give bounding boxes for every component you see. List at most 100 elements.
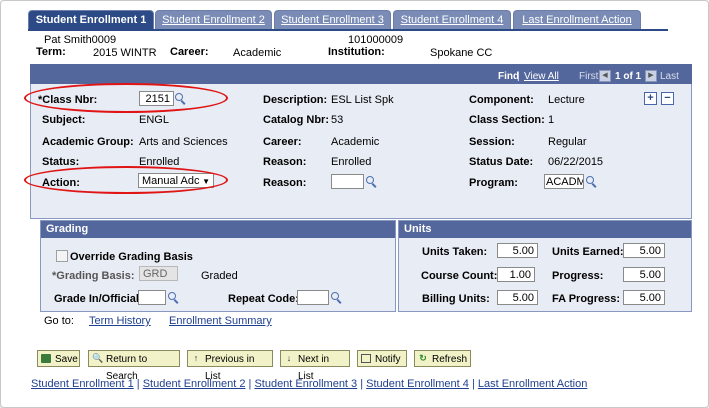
units-earned-value: 5.00 <box>623 243 665 258</box>
tab-student-enrollment-4[interactable]: Student Enrollment 4 <box>393 10 511 29</box>
tab-underline <box>28 29 668 31</box>
term-value: 2015 WINTR <box>93 47 157 59</box>
class-section-label: Class Section: <box>469 114 545 126</box>
course-count-value: 1.00 <box>497 267 535 282</box>
units-taken-value: 5.00 <box>497 243 538 258</box>
program-label: Program: <box>469 177 518 189</box>
grade-official-input[interactable] <box>138 290 166 305</box>
footer-link-student-enrollment-3[interactable]: Student Enrollment 3 <box>254 378 357 390</box>
institution-label: Institution: <box>328 46 385 58</box>
action-dropdown[interactable]: Manual Adc ▼ <box>138 173 214 188</box>
goto-label: Go to: <box>44 315 74 327</box>
reason-input[interactable] <box>331 174 364 189</box>
progress-label: Progress: <box>552 270 604 282</box>
term-history-link[interactable]: Term History <box>89 315 151 327</box>
repeat-code-lookup-icon[interactable] <box>331 292 343 304</box>
save-icon <box>41 354 51 363</box>
tab-student-enrollment-1[interactable]: Student Enrollment 1 <box>28 10 154 29</box>
save-button[interactable]: Save <box>37 350 80 367</box>
tab-student-enrollment-3[interactable]: Student Enrollment 3 <box>274 10 391 29</box>
previous-in-list-button[interactable]: ↑ Previous in List <box>187 350 273 382</box>
status-label: Status: <box>42 156 80 168</box>
grading-basis-label: *Grading Basis: <box>52 270 135 282</box>
reason2-label: Reason: <box>263 177 307 189</box>
tab-last-enrollment-action[interactable]: Last Enrollment Action <box>513 10 641 29</box>
component-label: Component: <box>469 94 534 106</box>
notify-icon <box>361 354 371 363</box>
session-value: Regular <box>548 136 587 148</box>
refresh-button[interactable]: ↻ Refresh <box>414 350 471 367</box>
repeat-code-input[interactable] <box>297 290 329 305</box>
footer-separator: | <box>133 378 143 390</box>
previous-row-icon[interactable]: ◀ <box>599 70 611 82</box>
next-row-icon[interactable]: ▶ <box>645 70 657 82</box>
tab-label: Student Enrollment 1 <box>35 14 147 26</box>
status-date-value: 06/22/2015 <box>548 156 604 168</box>
tab-label: Student Enrollment 4 <box>400 14 504 26</box>
institution-value: Spokane CC <box>430 47 493 59</box>
class-nbr-input[interactable]: 2151 <box>139 91 174 106</box>
override-grading-checkbox[interactable] <box>56 250 68 262</box>
catalog-nbr-value: 53 <box>331 114 344 126</box>
footer-link-last-enrollment-action[interactable]: Last Enrollment Action <box>478 378 587 390</box>
student-id: 101000009 <box>348 34 404 46</box>
grade-lookup-icon[interactable] <box>168 292 180 304</box>
grade-official-label: Grade In/Official: <box>54 293 143 305</box>
footer-links: Student Enrollment 1 | Student Enrollmen… <box>31 378 587 390</box>
career-value: Academic <box>233 47 282 59</box>
footer-link-student-enrollment-2[interactable]: Student Enrollment 2 <box>143 378 246 390</box>
career-label: Career: <box>170 46 209 58</box>
add-row-icon[interactable]: + <box>644 92 657 105</box>
subject-label: Subject: <box>42 114 86 126</box>
refresh-icon: ↻ <box>419 353 427 363</box>
override-grading-label: Override Grading Basis <box>70 251 193 263</box>
program-lookup-icon[interactable] <box>586 176 598 188</box>
status-value: Enrolled <box>139 156 180 168</box>
reason-label: Reason: <box>263 156 307 168</box>
class-section-value: 1 <box>548 114 555 126</box>
return-to-search-button[interactable]: 🔍 Return to Search <box>88 350 180 382</box>
footer-link-student-enrollment-1[interactable]: Student Enrollment 1 <box>31 378 134 390</box>
tab-label: Last Enrollment Action <box>522 14 632 26</box>
class-career-value: Academic <box>331 136 380 148</box>
description-value: ESL List Spk <box>331 94 394 106</box>
footer-link-student-enrollment-4[interactable]: Student Enrollment 4 <box>366 378 469 390</box>
status-date-label: Status Date: <box>469 156 534 168</box>
save-button-label: Save <box>55 354 78 365</box>
student-name: Pat Smith0009 <box>44 34 117 46</box>
units-earned-label: Units Earned: <box>552 246 624 258</box>
academic-group-value: Arts and Sciences <box>139 136 228 148</box>
arrow-up-icon: ↑ <box>193 353 199 363</box>
chevron-down-icon: ▼ <box>202 177 210 186</box>
term-label: Term: <box>36 46 66 58</box>
class-nbr-lookup-icon[interactable] <box>175 93 187 105</box>
refresh-button-label: Refresh <box>432 354 468 365</box>
enrollment-summary-link[interactable]: Enrollment Summary <box>169 315 272 327</box>
fa-progress-value: 5.00 <box>623 290 665 305</box>
fa-progress-label: FA Progress: <box>552 293 621 305</box>
class-career-label: Career: <box>263 136 302 148</box>
course-count-label: Course Count: <box>421 270 498 282</box>
search-icon: 🔍 <box>92 353 104 363</box>
footer-separator: | <box>468 378 478 390</box>
view-all-link[interactable]: View All <box>524 71 559 82</box>
notify-button-label: Notify <box>375 354 401 365</box>
next-in-list-button[interactable]: ↓ Next in List <box>280 350 350 382</box>
action-selected-value: Manual Adc <box>142 175 200 187</box>
notify-button[interactable]: Notify <box>357 350 407 367</box>
footer-separator: | <box>357 378 367 390</box>
class-nbr-label: *Class Nbr: <box>38 94 98 106</box>
find-link[interactable]: Find <box>498 71 519 82</box>
delete-row-icon[interactable]: − <box>661 92 674 105</box>
program-input[interactable]: ACADM <box>544 174 584 189</box>
arrow-down-icon: ↓ <box>286 353 292 363</box>
reason-lookup-icon[interactable] <box>366 176 378 188</box>
first-label: First <box>579 71 599 82</box>
grading-basis-input: GRD <box>139 266 178 281</box>
grading-basis-description: Graded <box>201 270 238 282</box>
tab-student-enrollment-2[interactable]: Student Enrollment 2 <box>155 10 272 29</box>
subject-value: ENGL <box>139 114 169 126</box>
tab-label: Student Enrollment 3 <box>281 14 384 26</box>
units-taken-label: Units Taken: <box>422 246 488 258</box>
row-count: 1 of 1 <box>615 71 642 82</box>
